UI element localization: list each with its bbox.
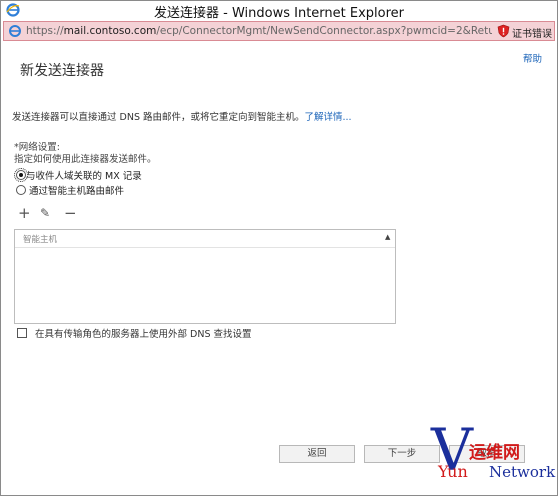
intro-text: 发送连接器可以直接通过 DNS 路由邮件，或将它重定向到智能主机。了解详情...: [12, 109, 352, 123]
radio-mx-record-button[interactable]: [14, 168, 28, 182]
title-bar: 发送连接器 - Windows Internet Explorer: [1, 1, 557, 21]
url-text[interactable]: https://mail.contoso.com/ecp/ConnectorMg…: [26, 25, 492, 37]
smart-host-list[interactable]: 智能主机 ▲: [14, 229, 396, 324]
next-button[interactable]: 下一步: [364, 445, 440, 463]
intro-description: 发送连接器可以直接通过 DNS 路由邮件，或将它重定向到智能主机。: [12, 112, 305, 123]
radio-mx-record[interactable]: 与收件人域关联的 MX 记录: [14, 168, 142, 182]
watermark-chinese: 运维网: [469, 443, 520, 463]
add-icon[interactable]: +: [18, 206, 31, 221]
page-title: 新发送连接器: [20, 63, 104, 79]
dns-lookup-checkbox[interactable]: [17, 328, 27, 338]
radio-smart-host-label: 通过智能主机路由邮件: [29, 186, 125, 197]
edit-icon[interactable]: ✎: [40, 206, 50, 220]
shield-warning-icon[interactable]: [497, 24, 510, 38]
smart-host-header-label: 智能主机: [23, 235, 58, 245]
network-settings-description: 指定如何使用此连接器发送邮件。: [14, 154, 157, 165]
watermark-network: Network: [489, 463, 556, 481]
watermark-yun: Yun: [438, 462, 468, 481]
remove-icon[interactable]: −: [64, 206, 77, 221]
url-host: mail.contoso.com: [63, 25, 157, 37]
help-link[interactable]: 帮助: [523, 51, 542, 65]
radio-mx-record-label: 与收件人域关联的 MX 记录: [26, 171, 142, 182]
smart-host-column-header[interactable]: 智能主机 ▲: [15, 230, 395, 248]
page-favicon-icon: [9, 25, 21, 37]
address-bar[interactable]: https://mail.contoso.com/ecp/ConnectorMg…: [3, 21, 555, 41]
radio-smart-host[interactable]: 通过智能主机路由邮件: [16, 183, 125, 197]
url-path: /ecp/ConnectorMgmt/NewSendConnector.aspx…: [156, 25, 492, 37]
window-title: 发送连接器 - Windows Internet Explorer: [154, 6, 404, 21]
learn-more-link[interactable]: 了解详情...: [305, 112, 352, 123]
cert-error-label[interactable]: 证书错误: [512, 25, 552, 40]
sort-ascending-icon[interactable]: ▲: [385, 233, 390, 241]
url-prefix: https://: [26, 25, 64, 37]
ie-window: 发送连接器 - Windows Internet Explorer https:…: [0, 0, 558, 496]
dns-lookup-setting[interactable]: 在具有传输角色的服务器上使用外部 DNS 查找设置: [17, 326, 252, 340]
dns-lookup-label: 在具有传输角色的服务器上使用外部 DNS 查找设置: [35, 329, 252, 340]
radio-smart-host-button[interactable]: [16, 185, 26, 195]
back-button[interactable]: 返回: [279, 445, 355, 463]
